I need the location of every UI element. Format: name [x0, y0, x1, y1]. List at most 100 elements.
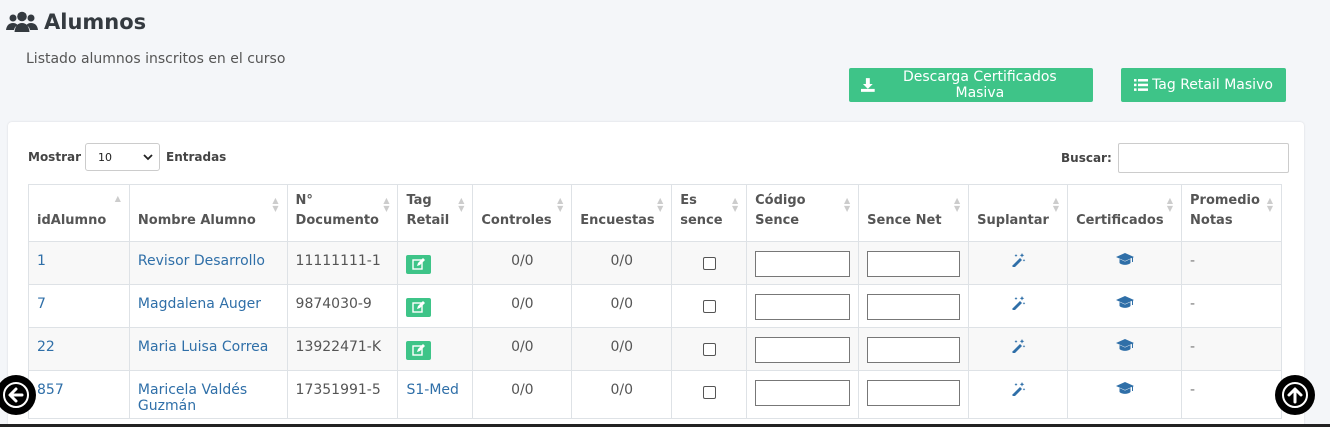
magic-wand-icon[interactable] — [1010, 339, 1026, 354]
sence-net-input[interactable] — [867, 294, 961, 320]
cell-documento: 17351991-5 — [286, 370, 399, 419]
search-control: Buscar: — [1061, 143, 1289, 173]
cell-tag — [397, 327, 474, 371]
cell-suplantar — [968, 370, 1069, 419]
codigo-sence-input[interactable] — [755, 251, 851, 277]
col-header-es-sence[interactable]: ▲ ▼ Es sence — [671, 184, 748, 242]
sort-icon: ▲ ▼ — [272, 196, 279, 213]
edit-icon — [412, 301, 426, 313]
cell-certificados — [1067, 284, 1183, 328]
col-header-suplantar[interactable]: ▲ ▼ Suplantar — [968, 184, 1069, 242]
cell-certificados — [1067, 327, 1183, 371]
sort-icon: ▲ ▼ — [458, 196, 465, 213]
sence-net-input[interactable] — [867, 380, 961, 406]
table-row: 1 Revisor Desarrollo 11111111-1 0/0 0/0 … — [28, 241, 1282, 285]
cell-suplantar — [968, 327, 1069, 371]
cell-promedio: - — [1181, 284, 1282, 328]
search-input[interactable] — [1117, 143, 1289, 173]
col-header-encuestas[interactable]: ▲ ▼ Encuestas — [571, 184, 673, 242]
users-icon — [6, 11, 38, 32]
sort-icon: ▲ ▼ — [1266, 196, 1273, 213]
cell-nombre[interactable]: Maria Luisa Correa — [128, 327, 288, 371]
edit-icon — [412, 258, 426, 270]
tag-label: Tag Retail Masivo — [1152, 77, 1273, 93]
page-title: Alumnos — [44, 10, 147, 34]
cell-controles: 0/0 — [472, 241, 573, 285]
magic-wand-icon[interactable] — [1010, 382, 1026, 397]
cell-idalumno[interactable]: 857 — [28, 370, 130, 419]
col-header-certificados[interactable]: ▲ ▼ Certificados — [1067, 184, 1183, 242]
codigo-sence-input[interactable] — [755, 294, 851, 320]
cell-controles: 0/0 — [472, 284, 573, 328]
edit-tag-button[interactable] — [406, 341, 432, 360]
graduation-cap-icon[interactable] — [1115, 296, 1134, 309]
cell-encuestas: 0/0 — [571, 241, 673, 285]
cell-sence-net — [858, 327, 970, 371]
sort-icon: ▲ ▼ — [953, 196, 961, 213]
cell-nombre[interactable]: Magdalena Auger — [128, 284, 288, 328]
cell-promedio: - — [1181, 327, 1282, 371]
graduation-cap-icon[interactable] — [1115, 382, 1134, 395]
cell-codigo-sence — [746, 327, 860, 371]
scroll-top-button[interactable] — [1275, 375, 1315, 415]
cell-tag — [397, 241, 474, 285]
cell-es-sence — [671, 284, 748, 328]
col-header-controles[interactable]: ▲ ▼ Controles — [472, 184, 573, 242]
page-length-select[interactable]: 10 — [85, 143, 160, 171]
cell-idalumno[interactable]: 7 — [28, 284, 130, 328]
download-icon — [861, 78, 875, 92]
cell-nombre[interactable]: Revisor Desarrollo — [128, 241, 288, 285]
cell-controles: 0/0 — [472, 327, 573, 371]
cell-suplantar — [968, 284, 1069, 328]
col-header-documento[interactable]: ▲ ▼ N° Documento — [286, 184, 399, 242]
cell-sence-net — [858, 370, 970, 419]
search-label: Buscar: — [1061, 151, 1112, 165]
es-sence-checkbox[interactable] — [702, 300, 716, 313]
cell-codigo-sence — [746, 241, 860, 285]
cell-documento: 9874030-9 — [286, 284, 399, 328]
cell-encuestas: 0/0 — [571, 327, 673, 371]
descarga-certificados-button[interactable]: Descarga Certificados Masiva — [849, 68, 1093, 102]
cell-tag[interactable]: S1-Med — [397, 370, 474, 419]
graduation-cap-icon[interactable] — [1115, 253, 1134, 266]
table-row: 22 Maria Luisa Correa 13922471-K 0/0 0/0… — [28, 327, 1282, 371]
cell-codigo-sence — [746, 284, 860, 328]
edit-icon — [412, 344, 426, 356]
edit-tag-button[interactable] — [406, 298, 432, 317]
cell-idalumno[interactable]: 1 — [28, 241, 130, 285]
col-header-codigo-sence[interactable]: ▲ ▼ Código Sence — [746, 184, 860, 242]
col-header-idalumno[interactable]: ▲ idAlumno — [28, 184, 130, 242]
es-sence-checkbox[interactable] — [702, 386, 716, 399]
col-header-promedio-notas[interactable]: ▲ ▼ Promedio Notas — [1181, 184, 1282, 242]
cell-idalumno[interactable]: 22 — [28, 327, 130, 371]
codigo-sence-input[interactable] — [755, 337, 851, 363]
col-header-tag-retail[interactable]: ▲ ▼ Tag Retail — [397, 184, 474, 242]
cell-documento: 11111111-1 — [286, 241, 399, 285]
cell-encuestas: 0/0 — [571, 370, 673, 419]
cell-es-sence — [671, 241, 748, 285]
arrow-left-icon — [3, 382, 29, 408]
col-header-sence-net[interactable]: ▲ ▼ Sence Net — [858, 184, 970, 242]
edit-tag-button[interactable] — [406, 255, 432, 274]
sort-icon: ▲ ▼ — [1052, 196, 1060, 213]
magic-wand-icon[interactable] — [1010, 253, 1026, 268]
descarga-label: Descarga Certificados Masiva — [902, 69, 1057, 101]
cell-codigo-sence — [746, 370, 860, 419]
cell-es-sence — [671, 370, 748, 419]
codigo-sence-input[interactable] — [755, 380, 851, 406]
entries-label: Entradas — [166, 150, 227, 164]
magic-wand-icon[interactable] — [1010, 296, 1026, 311]
sort-icon: ▲ ▼ — [843, 196, 851, 213]
graduation-cap-icon[interactable] — [1115, 339, 1134, 352]
sence-net-input[interactable] — [867, 251, 961, 277]
tag-retail-masivo-button[interactable]: Tag Retail Masivo — [1121, 68, 1286, 102]
chevron-down-icon — [143, 153, 153, 160]
cell-promedio: - — [1181, 370, 1282, 419]
es-sence-checkbox[interactable] — [702, 257, 716, 270]
es-sence-checkbox[interactable] — [702, 343, 716, 356]
page-length-value: 10 — [98, 150, 112, 164]
sence-net-input[interactable] — [867, 337, 961, 363]
col-header-nombre[interactable]: ▲ ▼ Nombre Alumno — [128, 184, 288, 242]
sort-icon: ▲ ▼ — [1166, 196, 1174, 213]
cell-nombre[interactable]: Maricela Valdés Guzmán — [128, 370, 288, 419]
